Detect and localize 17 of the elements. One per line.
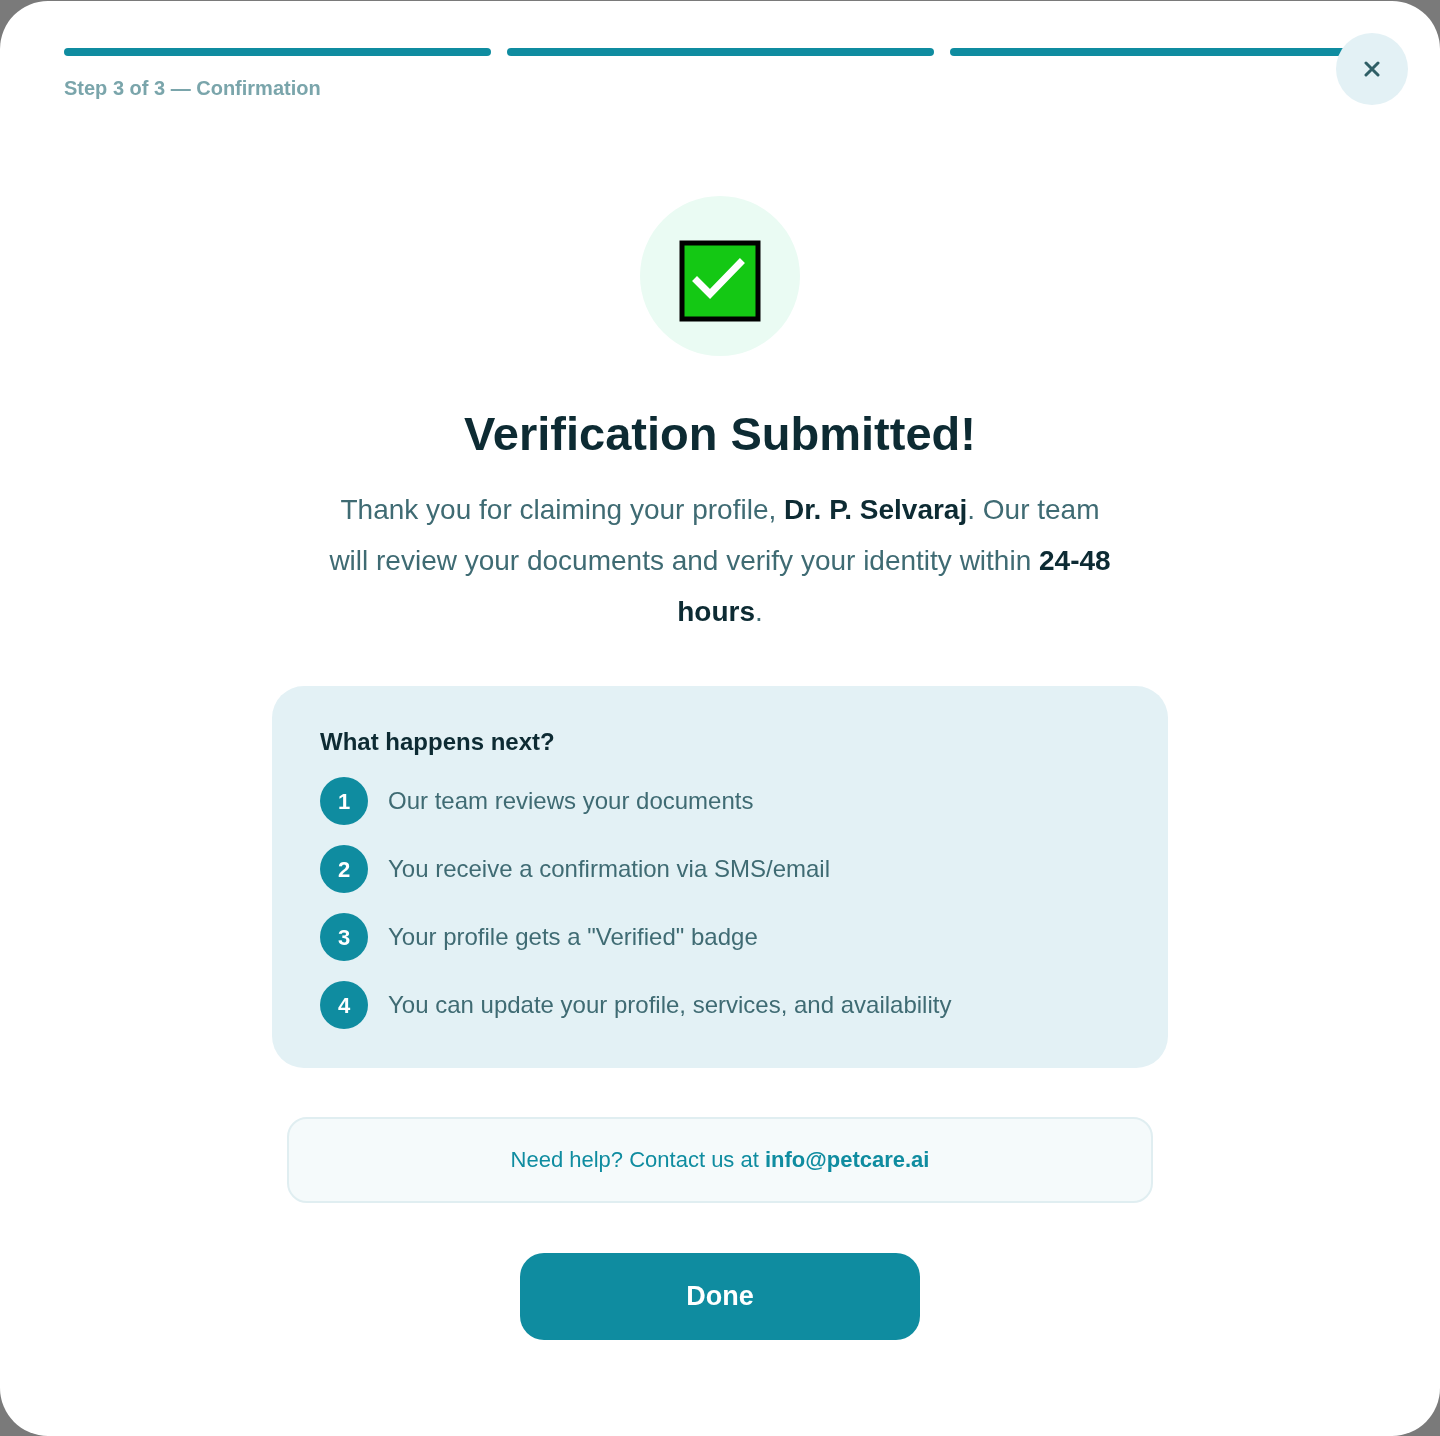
step-number: 1 (320, 777, 368, 825)
card-heading: What happens next? (320, 727, 555, 757)
step-number: 4 (320, 981, 368, 1029)
step-number: 3 (320, 913, 368, 961)
done-button[interactable]: Done (520, 1253, 920, 1340)
step-text: You can update your profile, services, and availability (388, 990, 952, 1020)
email-link[interactable]: info@petcare.ai (764, 1147, 930, 1172)
step-text: Our team reviews your documents (388, 786, 754, 816)
check-icon (640, 196, 800, 356)
message-text: Thank you for claiming your profile, Dr. P. Selvaraj. Our team will review your documents and verify your identity within 24-48 hours. (328, 493, 1112, 629)
step-label: Step 3 of 3 — Confirmation (64, 76, 321, 101)
title: Verification Submitted! (464, 407, 976, 460)
close-icon (1364, 61, 1380, 77)
step-text: Your profile gets a "Verified" badge (388, 922, 758, 952)
step-text: You receive a confirmation via SMS/email (388, 854, 830, 884)
step-number: 2 (320, 845, 368, 893)
help-text: Need help? Contact us at info@petcare.ai (510, 1146, 930, 1174)
